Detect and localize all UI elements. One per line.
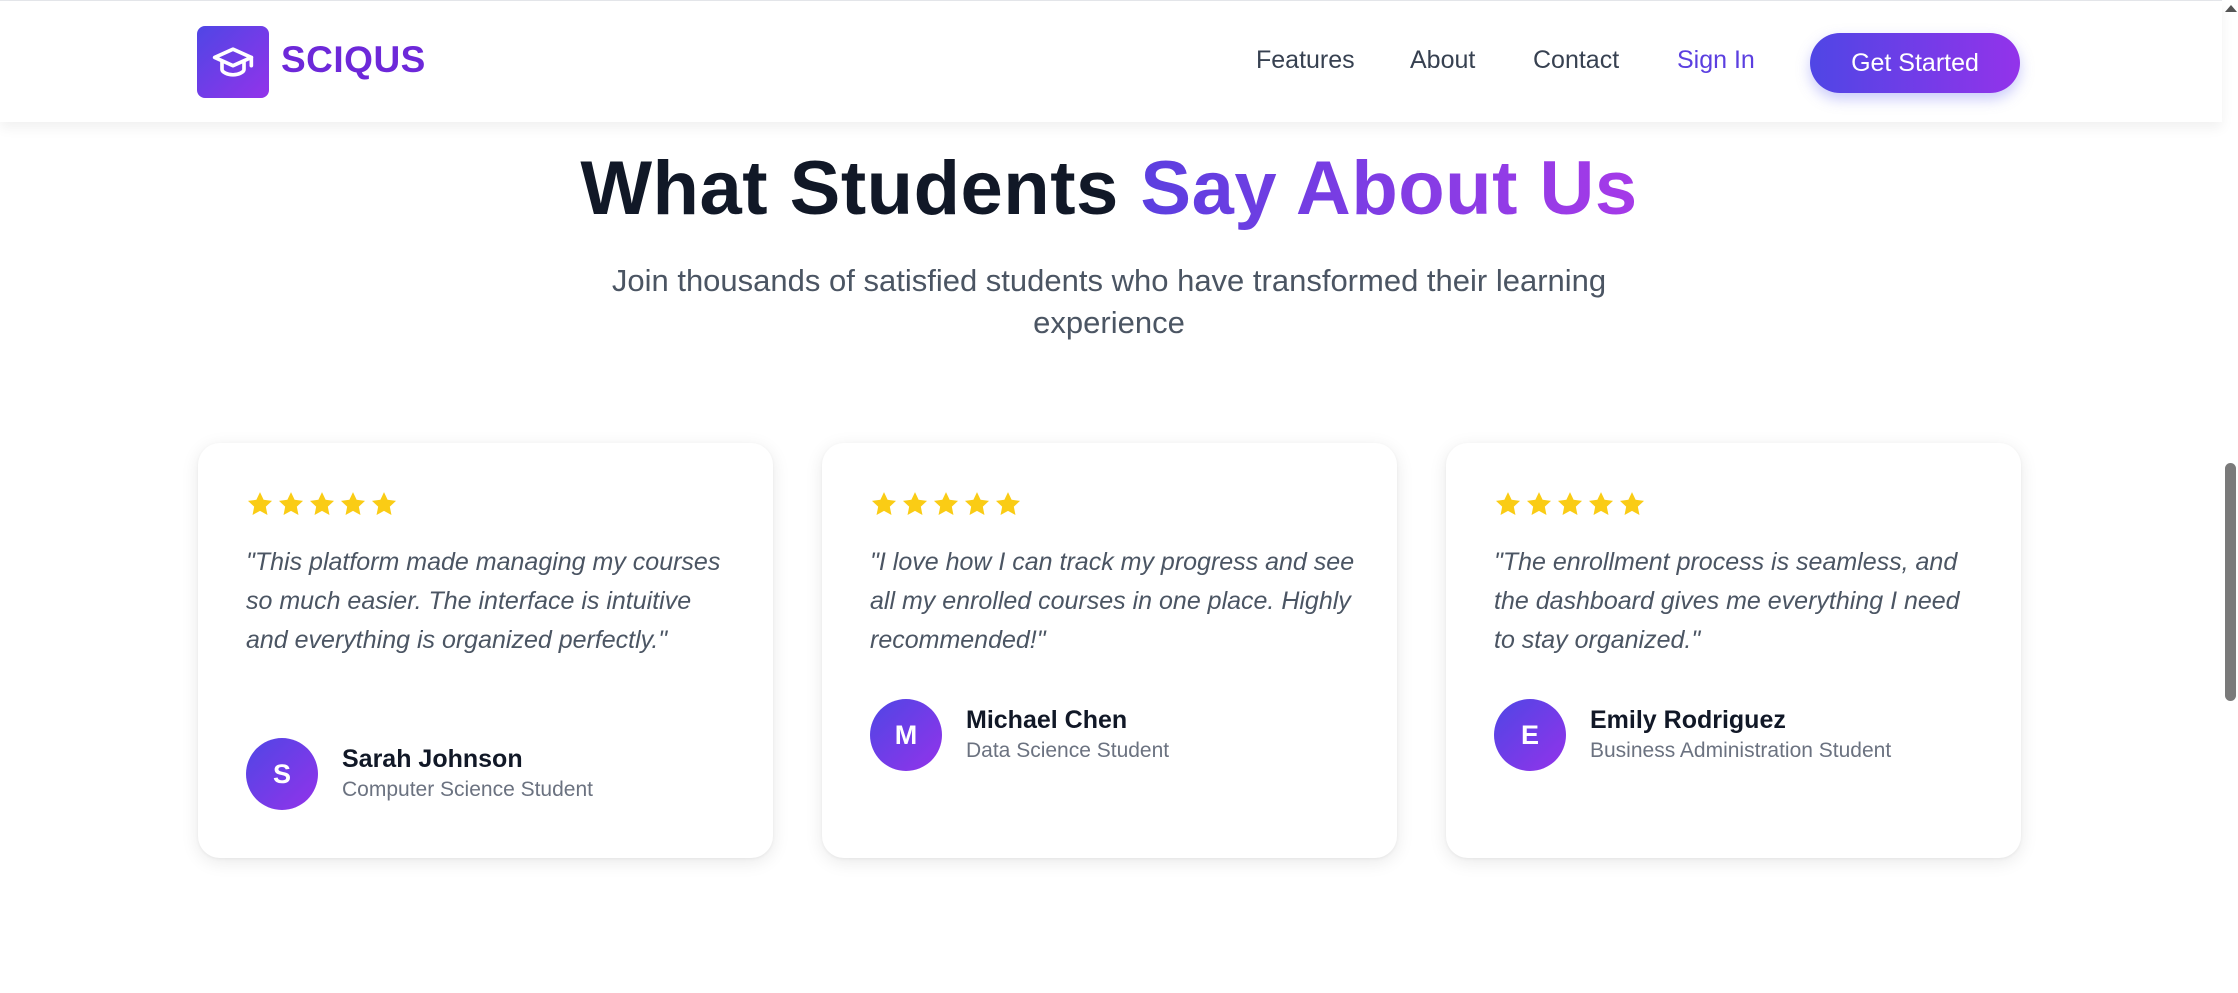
- author-role: Data Science Student: [966, 739, 1170, 762]
- section-title-accent: Say About Us: [1140, 146, 1638, 231]
- scroll-up-arrow-icon[interactable]: [2225, 5, 2237, 12]
- get-started-button[interactable]: Get Started: [1810, 33, 2020, 93]
- nav-features-link[interactable]: Features: [1256, 46, 1355, 75]
- star-icon: [309, 492, 335, 515]
- star-rating: [870, 490, 1022, 518]
- testimonial-quote: "This platform made managing my courses …: [246, 548, 721, 654]
- author-name: Emily Rodriguez: [1590, 706, 1786, 734]
- star-icon: [1526, 492, 1552, 515]
- author-info: Sarah Johnson Computer Science Student: [342, 743, 593, 805]
- testimonial-card: "The enrollment process is seamless, and…: [1446, 443, 2021, 858]
- testimonial-quote: "I love how I can track my progress and …: [870, 548, 1355, 654]
- star-rating: [1494, 490, 1646, 518]
- testimonial-author: E Emily Rodriguez Business Administratio…: [1494, 699, 1891, 771]
- site-header: SCIQUS Features About Contact Sign In Ge…: [0, 1, 2222, 122]
- avatar: S: [246, 738, 318, 810]
- graduation-cap-icon: [212, 47, 254, 77]
- section-title-main: What Students: [580, 146, 1141, 231]
- sign-in-link[interactable]: Sign In: [1677, 46, 1755, 75]
- star-icon: [247, 492, 273, 515]
- star-icon: [340, 492, 366, 515]
- avatar: E: [1494, 699, 1566, 771]
- star-icon: [902, 492, 928, 515]
- testimonial-author: M Michael Chen Data Science Student: [870, 699, 1169, 771]
- author-role: Computer Science Student: [342, 778, 593, 801]
- star-icon: [1557, 492, 1583, 515]
- author-info: Emily Rodriguez Business Administration …: [1590, 704, 1891, 766]
- star-icon: [995, 492, 1021, 515]
- testimonial-quote: "The enrollment process is seamless, and…: [1494, 548, 1960, 654]
- author-info: Michael Chen Data Science Student: [966, 704, 1169, 766]
- scrollbar-thumb[interactable]: [2225, 463, 2236, 701]
- author-name: Michael Chen: [966, 706, 1128, 734]
- author-role: Business Administration Student: [1590, 739, 1892, 762]
- author-name: Sarah Johnson: [342, 745, 523, 773]
- section-subtitle: Join thousands of satisfied students who…: [611, 263, 1607, 340]
- testimonial-card: "This platform made managing my courses …: [198, 443, 773, 858]
- section-title: What Students Say About Us: [0, 145, 2218, 232]
- star-icon: [933, 492, 959, 515]
- star-icon: [278, 492, 304, 515]
- testimonial-author: S Sarah Johnson Computer Science Student: [246, 738, 593, 810]
- testimonial-card: "I love how I can track my progress and …: [822, 443, 1397, 858]
- logo-text[interactable]: SCIQUS: [281, 39, 426, 81]
- page-scrollbar[interactable]: [2222, 0, 2238, 993]
- nav-about-link[interactable]: About: [1410, 46, 1475, 75]
- avatar: M: [870, 699, 942, 771]
- star-rating: [246, 490, 398, 518]
- logo-badge[interactable]: [197, 26, 269, 98]
- star-icon: [871, 492, 897, 515]
- star-icon: [964, 492, 990, 515]
- nav-contact-link[interactable]: Contact: [1533, 46, 1619, 75]
- star-icon: [1588, 492, 1614, 515]
- star-icon: [1619, 492, 1645, 515]
- star-icon: [371, 492, 397, 515]
- star-icon: [1495, 492, 1521, 515]
